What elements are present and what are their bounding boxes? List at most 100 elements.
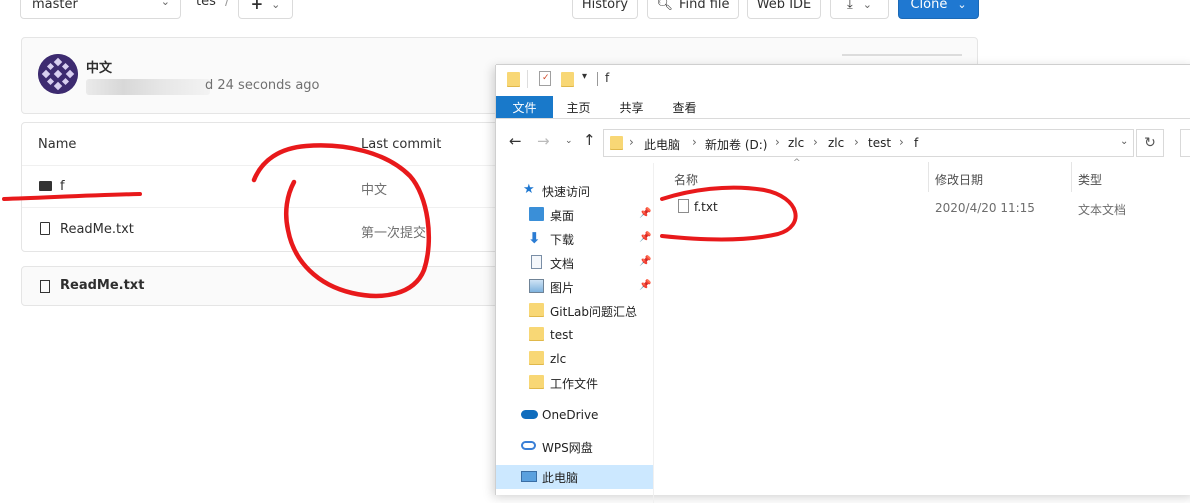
nav-label: GitLab问题汇总 bbox=[550, 304, 637, 319]
crumb-this-pc[interactable]: 此电脑 bbox=[644, 136, 680, 153]
pin-icon[interactable]: 📌 bbox=[639, 280, 651, 291]
nav-item-this-pc[interactable]: 此电脑 bbox=[496, 465, 653, 489]
column-name[interactable]: 名称 bbox=[674, 171, 698, 188]
nav-item-gitlab-folder[interactable]: GitLab问题汇总 bbox=[496, 299, 653, 323]
folder-icon bbox=[507, 72, 520, 87]
column-separator bbox=[928, 162, 929, 192]
nav-item-wps-cloud[interactable]: WPS网盘 bbox=[496, 435, 653, 459]
chevron-right-icon: › bbox=[692, 135, 697, 149]
commit-title[interactable]: 中文 bbox=[86, 57, 112, 76]
tab-view[interactable]: 查看 bbox=[662, 96, 707, 118]
chevron-down-icon[interactable]: ⌄ bbox=[1120, 136, 1128, 147]
column-date[interactable]: 修改日期 bbox=[935, 171, 983, 188]
folder-icon bbox=[39, 181, 52, 191]
pane-divider bbox=[653, 163, 654, 503]
crumb-zlc[interactable]: zlc bbox=[788, 136, 804, 150]
back-arrow-icon[interactable]: ← bbox=[509, 132, 522, 150]
web-ide-label: Web IDE bbox=[756, 0, 812, 12]
blurred-author bbox=[86, 79, 210, 95]
file-row[interactable]: f.txt 2020/4/20 11:15 文本文档 bbox=[656, 195, 1190, 219]
nav-item-zlc[interactable]: zlc bbox=[496, 347, 653, 371]
plus-icon: + bbox=[250, 0, 264, 13]
file-name: f.txt bbox=[694, 200, 718, 214]
row-name[interactable]: f bbox=[60, 179, 65, 194]
nav-item-desktop[interactable]: 桌面 📌 bbox=[496, 203, 653, 227]
document-icon bbox=[531, 255, 542, 269]
properties-icon[interactable]: ✓ bbox=[539, 71, 551, 86]
history-button[interactable]: History bbox=[572, 0, 638, 19]
add-dropdown-button[interactable]: + ⌄ bbox=[238, 0, 293, 19]
chevron-down-icon: ⌄ bbox=[271, 0, 281, 11]
nav-item-quick-access[interactable]: ★ 快速访问 bbox=[496, 179, 653, 203]
file-date: 2020/4/20 11:15 bbox=[935, 201, 1035, 215]
nav-label: 桌面 bbox=[550, 208, 575, 223]
nav-label: test bbox=[550, 328, 574, 342]
address-bar[interactable]: › 此电脑 › 新加卷 (D:) › zlc › zlc › test › f … bbox=[603, 129, 1134, 157]
search-icon: 🔍︎ bbox=[656, 0, 673, 12]
refresh-button[interactable]: ↻ bbox=[1136, 129, 1164, 157]
explorer-window: ✓ ▾ f 文件 主页 共享 查看 ← → ⌄ ↑ › 此电脑 › 新加卷 (D… bbox=[496, 65, 1190, 503]
new-folder-icon[interactable] bbox=[561, 72, 574, 87]
crumb-test[interactable]: test bbox=[868, 136, 891, 150]
nav-label: 此电脑 bbox=[542, 470, 579, 485]
crumb-f[interactable]: f bbox=[914, 136, 918, 150]
customize-toolbar-icon[interactable]: ▾ bbox=[582, 71, 587, 82]
chevron-right-icon: › bbox=[813, 135, 818, 149]
pin-icon[interactable]: 📌 bbox=[639, 208, 651, 219]
branch-select[interactable]: master ⌄ bbox=[20, 0, 181, 19]
divider bbox=[527, 70, 528, 88]
forward-arrow-icon[interactable]: → bbox=[537, 132, 550, 150]
chevron-right-icon: › bbox=[775, 135, 780, 149]
navigation-pane: ★ 快速访问 桌面 📌 ⬇ 下载 📌 文档 📌 图片 📌 GitLab问题汇总 bbox=[496, 163, 653, 503]
up-arrow-icon[interactable]: ↑ bbox=[583, 131, 596, 149]
nav-item-onedrive[interactable]: OneDrive bbox=[496, 403, 653, 427]
tab-home[interactable]: 主页 bbox=[556, 96, 601, 118]
nav-label: WPS网盘 bbox=[542, 440, 593, 455]
commit-time: d 24 seconds ago bbox=[205, 78, 320, 93]
cloud-icon bbox=[521, 410, 538, 419]
tab-file[interactable]: 文件 bbox=[496, 96, 553, 118]
nav-label: 工作文件 bbox=[550, 376, 599, 391]
pin-icon[interactable]: 📌 bbox=[639, 232, 651, 243]
readme-title[interactable]: ReadMe.txt bbox=[60, 278, 144, 293]
history-label: History bbox=[581, 0, 629, 12]
folder-icon bbox=[529, 375, 544, 389]
file-icon bbox=[40, 280, 50, 293]
nav-item-test[interactable]: test bbox=[496, 323, 653, 347]
clone-button[interactable]: Clone ⌄ bbox=[898, 0, 979, 19]
breadcrumb-separator: / bbox=[225, 0, 230, 9]
nav-label: 图片 bbox=[550, 280, 575, 295]
crumb-zlc-2[interactable]: zlc bbox=[828, 136, 844, 150]
row-name[interactable]: ReadMe.txt bbox=[60, 222, 134, 237]
column-type[interactable]: 类型 bbox=[1078, 171, 1102, 188]
download-dropdown-button[interactable]: ⤓ ⌄ bbox=[830, 0, 889, 19]
recent-locations-icon[interactable]: ⌄ bbox=[565, 136, 573, 146]
web-ide-button[interactable]: Web IDE bbox=[747, 0, 821, 19]
sort-ascending-icon: ^ bbox=[793, 158, 801, 168]
column-name: Name bbox=[38, 137, 77, 152]
file-icon bbox=[40, 222, 50, 235]
tab-label: 查看 bbox=[672, 100, 697, 115]
computer-icon bbox=[521, 471, 537, 482]
desktop-icon bbox=[529, 207, 544, 221]
row-commit[interactable]: 中文 bbox=[361, 179, 387, 198]
find-file-button[interactable]: 🔍︎ Find file bbox=[647, 0, 739, 19]
nav-label: 文档 bbox=[550, 256, 575, 271]
nav-label: OneDrive bbox=[542, 408, 599, 422]
row-commit[interactable]: 第一次提交 bbox=[361, 222, 426, 241]
file-type: 文本文档 bbox=[1078, 203, 1127, 217]
search-box[interactable] bbox=[1180, 129, 1190, 157]
nav-item-downloads[interactable]: ⬇ 下载 📌 bbox=[496, 227, 653, 251]
pin-icon[interactable]: 📌 bbox=[639, 256, 651, 267]
nav-label: zlc bbox=[550, 352, 567, 366]
crumb-drive[interactable]: 新加卷 (D:) bbox=[705, 136, 767, 153]
nav-item-work-files[interactable]: 工作文件 bbox=[496, 371, 653, 395]
tab-share[interactable]: 共享 bbox=[609, 96, 654, 118]
nav-item-documents[interactable]: 文档 📌 bbox=[496, 251, 653, 275]
commit-actions-edge bbox=[842, 54, 962, 56]
avatar[interactable] bbox=[38, 54, 78, 94]
nav-label: 下载 bbox=[550, 232, 575, 247]
nav-item-pictures[interactable]: 图片 📌 bbox=[496, 275, 653, 299]
column-separator bbox=[1071, 162, 1072, 192]
breadcrumb-repo[interactable]: tes bbox=[196, 0, 216, 9]
